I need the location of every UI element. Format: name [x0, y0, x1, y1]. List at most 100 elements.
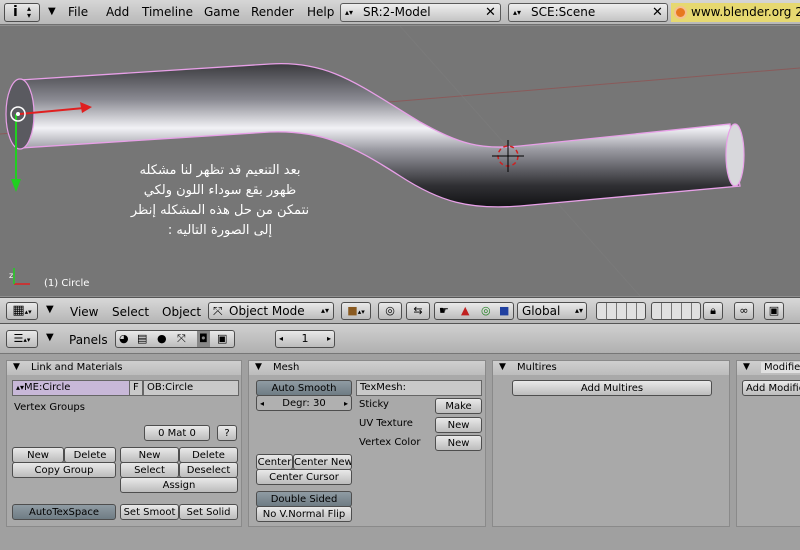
panel-header[interactable]: ▼ Link and Materials [7, 361, 241, 375]
window-type-button[interactable]: ▦▴▾ [6, 302, 38, 320]
3d-viewport[interactable]: z (1) Circle بعد التنعيم قد تظهر لنا مشك… [0, 26, 800, 296]
manipulator-group: ☛ ▲ ◎ ■ [434, 302, 514, 320]
menu-select[interactable]: Select [112, 305, 149, 319]
panels-label[interactable]: Panels [69, 333, 108, 347]
scene-name: SCE:Scene [531, 5, 596, 19]
script-icon[interactable]: ▤ [137, 331, 147, 347]
translate-icon[interactable]: ▲ [461, 303, 469, 319]
menu-help[interactable]: Help [307, 5, 334, 19]
sticky-make-button[interactable]: Make [435, 398, 482, 414]
menu-file[interactable]: File [68, 5, 88, 19]
vertex-color-new-button[interactable]: New [435, 435, 482, 451]
frame-number-field[interactable]: ◂ 1 ▸ [275, 330, 335, 348]
mesh-name: ME:Circle [24, 382, 71, 393]
material-help-button[interactable]: ? [217, 425, 237, 441]
add-modifier-button[interactable]: Add Modifie [742, 380, 800, 396]
menu-object[interactable]: Object [162, 305, 201, 319]
object-name-field[interactable]: OB:Circle [143, 380, 239, 396]
cube-icon: ■ [347, 304, 358, 317]
editing-icon[interactable]: ◘ [197, 331, 210, 347]
collapse-triangle-icon: ▼ [743, 362, 750, 372]
object-icon[interactable]: ⤧ [177, 331, 186, 347]
fake-user-button[interactable]: F [129, 380, 143, 396]
layer-buttons-right[interactable] [651, 302, 701, 320]
scene-icon[interactable]: ▣ [217, 331, 227, 347]
menu-add[interactable]: Add [106, 5, 129, 19]
panel-title: Modifie [761, 362, 800, 373]
panel-header[interactable]: ▼ Mesh [249, 361, 485, 375]
close-icon[interactable]: ✕ [650, 5, 665, 20]
collapse-triangle-icon[interactable]: ▼ [46, 304, 54, 315]
set-smooth-button[interactable]: Set Smoot [120, 504, 179, 520]
mesh-name-field[interactable]: ▴▾ME:Circle [12, 380, 136, 396]
right-arrow-icon: ▸ [326, 334, 331, 343]
orientation-selector[interactable]: Global ▴▾ [517, 302, 587, 320]
uv-texture-label: UV Texture [359, 418, 413, 429]
double-sided-toggle[interactable]: Double Sided [256, 491, 352, 507]
add-multires-button[interactable]: Add Multires [512, 380, 712, 396]
no-vnormal-flip-toggle[interactable]: No V.Normal Flip [256, 506, 352, 522]
center-button[interactable]: Center [256, 454, 293, 470]
logic-icon[interactable]: ◕ [119, 331, 129, 347]
collapse-triangle-icon: ▼ [255, 362, 262, 372]
draw-type-button[interactable]: ■▴▾ [341, 302, 371, 320]
auto-smooth-toggle[interactable]: Auto Smooth [256, 380, 352, 396]
updown-arrows-icon: ▴▾ [574, 306, 583, 315]
delete-vgroup-button[interactable]: Delete [64, 447, 116, 463]
hand-icon[interactable]: ☛ [439, 303, 449, 319]
pivot-button[interactable]: ◎ [378, 302, 402, 320]
layer-buttons-left[interactable] [596, 302, 646, 320]
collapse-triangle-icon[interactable]: ▼ [46, 332, 54, 343]
material-index-field[interactable]: 0 Mat 0 [144, 425, 210, 441]
panel-header[interactable]: ▼ Modifie [737, 361, 800, 375]
link-icon: ∞ [739, 304, 749, 317]
note-line: إلى الصورة التاليه : [167, 223, 273, 238]
shading-icon[interactable]: ● [157, 331, 167, 347]
panel-header[interactable]: ▼ Multires [493, 361, 729, 375]
center-new-button[interactable]: Center New [293, 454, 352, 470]
lock-button[interactable]: 🔒︎ [703, 302, 723, 320]
screen-selector[interactable]: ▴▾ SR:2-Model ✕ [340, 3, 501, 22]
left-arrow-icon: ◂ [279, 334, 284, 343]
viewport-header: ▦▴▾ ▼ View Select Object ⤧ Object Mode ▴… [0, 297, 800, 324]
y-axis-arrowhead [11, 179, 21, 192]
menu-render[interactable]: Render [251, 5, 294, 19]
info-window-type-button[interactable]: i ▴ ▾ [4, 3, 40, 22]
double-arrow-icon: ⇆ [413, 304, 423, 317]
tube-end-cap [725, 123, 745, 187]
render-button[interactable]: ▣ [764, 302, 784, 320]
vertex-groups-label: Vertex Groups [14, 402, 85, 413]
assign-material-button[interactable]: Assign [120, 477, 238, 493]
scene-selector[interactable]: ▴▾ SCE:Scene ✕ [508, 3, 668, 22]
deselect-material-button[interactable]: Deselect [179, 462, 238, 478]
uv-texture-new-button[interactable]: New [435, 417, 482, 433]
new-vgroup-button[interactable]: New [12, 447, 64, 463]
texmesh-field[interactable]: TexMesh: [356, 380, 482, 396]
widget-toggle-button[interactable]: ⇆ [406, 302, 430, 320]
panel-title: Link and Materials [31, 362, 123, 373]
modifiers-panel: ▼ Modifie Add Modifie [736, 360, 800, 527]
menu-timeline[interactable]: Timeline [142, 5, 193, 19]
center-cursor-button[interactable]: Center Cursor [256, 469, 352, 485]
collapse-triangle-icon[interactable]: ▼ [48, 6, 56, 17]
mode-selector[interactable]: ⤧ Object Mode ▴▾ [208, 302, 334, 320]
updown-arrows-icon: ▴▾ [16, 383, 25, 392]
select-material-button[interactable]: Select [120, 462, 179, 478]
updown-arrows-icon: ▴▾ [27, 4, 32, 20]
link-button[interactable]: ∞ [734, 302, 754, 320]
autotexspace-toggle[interactable]: AutoTexSpace [12, 504, 116, 520]
menu-view[interactable]: View [70, 305, 98, 319]
degr-field[interactable]: ◂ Degr: 30 ▸ [256, 395, 352, 411]
copy-group-button[interactable]: Copy Group [12, 462, 116, 478]
rotate-icon[interactable]: ◎ [481, 303, 491, 319]
window-type-button[interactable]: ☰▴▾ [6, 330, 38, 348]
menu-game[interactable]: Game [204, 5, 240, 19]
panel-title: Mesh [273, 362, 300, 373]
lock-icon: 🔒︎ [710, 304, 716, 317]
mesh-panel: ▼ Mesh Auto Smooth ◂ Degr: 30 ▸ TexMesh: … [248, 360, 486, 527]
scale-icon[interactable]: ■ [499, 303, 509, 319]
delete-material-button[interactable]: Delete [179, 447, 238, 463]
set-solid-button[interactable]: Set Solid [179, 504, 238, 520]
new-material-button[interactable]: New [120, 447, 179, 463]
close-icon[interactable]: ✕ [483, 5, 498, 20]
